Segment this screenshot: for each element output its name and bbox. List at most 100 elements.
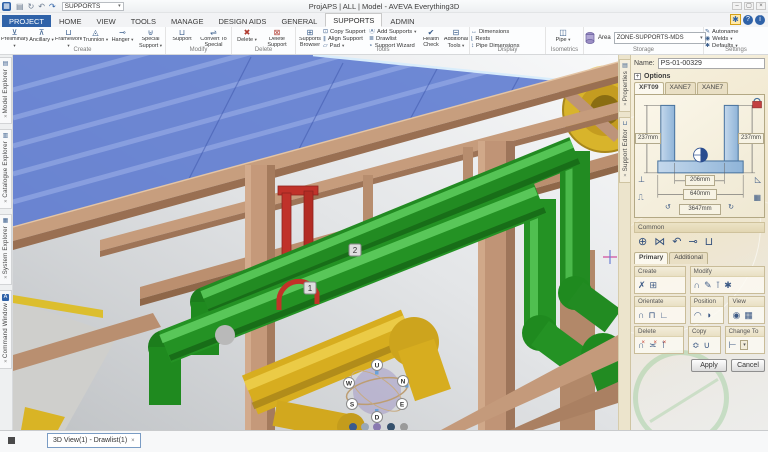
delete-button[interactable]: ✖ Delete ▾ (233, 28, 261, 48)
column-tool-icon[interactable]: ⊥ (638, 175, 645, 184)
close-icon[interactable]: × (131, 438, 135, 444)
close-icon[interactable]: × (623, 173, 626, 179)
support-marker-2[interactable]: 2 (348, 243, 362, 257)
minimize-button[interactable]: – (732, 2, 742, 10)
dim-outer[interactable]: 640mm (683, 189, 717, 200)
cancel-button[interactable]: Cancel (731, 359, 765, 372)
autoname-button[interactable]: ✎ Autoname (705, 29, 763, 35)
orientate-rotate-button[interactable]: ⊓ (648, 310, 655, 321)
health-check-button[interactable]: ✔ Health Check (419, 28, 443, 48)
common-rotate-button[interactable]: ↶ (672, 235, 681, 248)
common-hanger-button[interactable]: ⊸ (688, 235, 697, 248)
special-support-button[interactable]: ⊎ Special Support ▾ (136, 28, 165, 48)
help-button[interactable]: ? (743, 14, 753, 25)
rests-button[interactable]: ⌊ Rests (471, 36, 541, 42)
options-expander[interactable]: + Options (634, 70, 765, 82)
rotate-left-icon[interactable]: ↺ (665, 203, 671, 211)
create-support-button[interactable]: ✗ (638, 280, 646, 291)
area-label[interactable]: Area (598, 35, 611, 41)
create-table-button[interactable]: ⊞ (650, 280, 658, 291)
copy-support-button[interactable]: ⊡ Copy Support (323, 29, 369, 35)
panel-tab-properties[interactable]: ▤ Properties × (618, 59, 631, 113)
template-tab-1[interactable]: XANE7 (664, 82, 696, 94)
close-button[interactable]: × (756, 2, 766, 10)
redo-icon[interactable]: ↷ (49, 2, 56, 11)
additional-tools-button[interactable]: ⊟ Additional Tools ▾ (443, 28, 469, 48)
tab-tools[interactable]: TOOLS (124, 15, 163, 27)
info-button[interactable]: i (755, 14, 765, 25)
view-look-button[interactable]: ◉ (732, 310, 740, 321)
pin-ribbon-button[interactable]: ✱ (730, 14, 741, 25)
align-support-button[interactable]: ∥ Align Support (323, 36, 369, 42)
dim-left[interactable]: 237mm (635, 133, 661, 144)
view-list-icon[interactable] (8, 437, 15, 444)
close-icon[interactable]: × (4, 276, 7, 282)
add-supports-button[interactable]: Ⓐ Add Supports ▾ (369, 29, 419, 35)
apply-button[interactable]: Apply (691, 359, 727, 372)
rotate-right-icon[interactable]: ↻ (728, 203, 734, 211)
tab-additional[interactable]: Additional (669, 252, 708, 264)
position-move-button[interactable]: ◠ (694, 310, 702, 321)
bracket-tool-icon[interactable]: ⎍ (638, 193, 644, 203)
undo-icon[interactable]: ↶ (38, 2, 45, 11)
close-icon[interactable]: × (623, 102, 626, 108)
copy-pair-button[interactable]: ≎ (692, 340, 700, 351)
quick-access-combo[interactable]: SUPPORTS ▾ (61, 1, 124, 11)
restore-button[interactable]: ▢ (744, 2, 754, 10)
orientate-flip-button[interactable]: ∩ (638, 310, 644, 320)
tab-supports[interactable]: SUPPORTS (325, 13, 383, 27)
support-marker-1[interactable]: 1 (303, 281, 317, 295)
flange-tool-icon[interactable]: ▦ (753, 193, 761, 202)
pipe-button[interactable]: ◫ Pipe ▾ (547, 28, 579, 48)
app-icon[interactable]: ▦ (2, 1, 11, 11)
modify-ubolt-button[interactable]: ∩ (694, 280, 700, 290)
tab-view[interactable]: VIEW (90, 15, 123, 27)
modify-edit-button[interactable]: ✎ (704, 280, 712, 291)
common-frame-button[interactable]: ⊔ (705, 235, 714, 248)
change-to-dropdown[interactable]: ▾ (740, 340, 749, 350)
trunnion-button[interactable]: ◬ Trunnion ▾ (82, 28, 109, 48)
position-align-button[interactable]: ◑ (706, 310, 711, 320)
preliminary-button[interactable]: ⊻ Preliminary ▾ (1, 28, 28, 48)
common-globe-button[interactable]: ⊕ (638, 235, 647, 248)
orientate-angle-button[interactable]: ∟ (660, 310, 669, 320)
tab-home[interactable]: HOME (52, 15, 89, 27)
view-grid-button[interactable]: ▦ (744, 310, 753, 321)
delete-ubolt-button[interactable]: ∩× (638, 340, 645, 350)
tab-design-aids[interactable]: DESIGN AIDS (212, 15, 274, 27)
panel-tab-support-editor[interactable]: ⊔ Support Editor × (618, 117, 631, 183)
tab-general[interactable]: GENERAL (274, 15, 324, 27)
dim-inner[interactable]: 206mm (685, 175, 715, 186)
sidebar-tab-system-explorer[interactable]: ▦ System Explorer × (0, 214, 12, 286)
template-tab-0[interactable]: XFT09 (634, 82, 664, 94)
close-icon[interactable]: × (4, 360, 7, 366)
welds-button[interactable]: ◉ Welds ▾ (705, 36, 763, 42)
copy-single-button[interactable]: ∪ (704, 340, 711, 351)
tab-manage[interactable]: MANAGE (164, 15, 211, 27)
close-icon[interactable]: × (4, 115, 7, 121)
3d-viewport[interactable]: 1 2 U W N S E D (13, 55, 618, 430)
support-name-field[interactable] (657, 58, 765, 69)
convert-to-special-button[interactable]: ⇌ Convert To Special (197, 28, 230, 48)
compass-up-label[interactable]: U (371, 359, 383, 371)
dim-bottom[interactable]: 3647mm (679, 204, 721, 215)
ruler-tool-icon[interactable]: ◺ (755, 175, 761, 184)
3d-scene[interactable]: 1 2 U W N S E D (13, 55, 618, 430)
ancillary-button[interactable]: ⊼ Ancillary ▾ (28, 28, 55, 48)
modify-support-button[interactable]: ⊔ Support (167, 28, 197, 48)
common-valve-button[interactable]: ⋈ (654, 235, 665, 248)
storage-zone-combo[interactable]: ZONE-SUPPORTS-MDS ▾ (613, 32, 706, 44)
delete-stanchion-button[interactable]: ⊺× (661, 340, 666, 351)
template-tab-2[interactable]: XANE7 (696, 82, 729, 94)
change-to-button[interactable]: ⊢ (729, 340, 737, 351)
compass-down-label[interactable]: D (371, 411, 383, 423)
tab-admin[interactable]: ADMIN (383, 15, 421, 27)
dim-right[interactable]: 237mm (738, 133, 764, 144)
sync-db-icon[interactable]: ↻ (28, 2, 35, 11)
dimensions-button[interactable]: ↔ Dimensions (471, 29, 541, 35)
close-icon[interactable]: × (4, 199, 7, 205)
delete-support-button[interactable]: ⊠ Delete Support (261, 28, 293, 48)
framework-button[interactable]: ⊔ Framework ▾ (55, 28, 82, 48)
compass-east-label[interactable]: E (396, 398, 408, 410)
sidebar-tab-model-explorer[interactable]: ▤ Model Explorer × (0, 57, 12, 125)
